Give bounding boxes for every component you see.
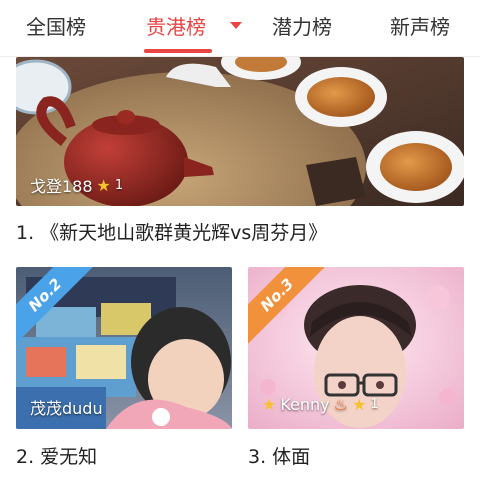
username-3: Kenny <box>280 395 330 414</box>
tab-potential[interactable]: 潜力榜 <box>272 0 332 56</box>
tab-national[interactable]: 全国榜 <box>26 0 86 56</box>
featured-star-count: 1 <box>114 177 124 193</box>
star-icon: ★ <box>262 395 277 414</box>
star-count-3: 1 <box>370 397 379 412</box>
fire-icon: ♨ <box>333 395 348 414</box>
tab-new-voice[interactable]: 新声榜 <box>390 0 450 56</box>
title-3[interactable]: 3. 体面 <box>248 442 310 469</box>
chevron-down-icon[interactable] <box>230 22 242 29</box>
user-label-2: 茂茂dudu <box>30 395 103 419</box>
cover-image-2[interactable]: No.2 茂茂dudu <box>16 267 232 429</box>
featured-user-label: 戈登188 ★ 1 <box>30 173 123 197</box>
cover-image-3[interactable]: No.3 ★ Kenny ♨ ★ 1 <box>248 267 464 429</box>
active-tab-indicator <box>144 49 212 53</box>
user-label-3: ★ Kenny ♨ ★ 1 <box>262 395 379 414</box>
username-2: 茂茂dudu <box>30 399 103 418</box>
featured-cover-image[interactable]: 戈登188 ★ 1 <box>16 57 464 206</box>
star-icon: ★ <box>96 175 111 195</box>
ranking-tabs: 全国榜 贵港榜 潜力榜 新声榜 <box>0 0 480 57</box>
tab-guigang[interactable]: 贵港榜 <box>146 0 206 56</box>
star-icon: ★ <box>351 395 367 414</box>
title-2[interactable]: 2. 爱无知 <box>16 442 97 469</box>
featured-title[interactable]: 1. 《新天地山歌群黄光辉vs周芬月》 <box>16 218 327 245</box>
featured-username: 戈登188 <box>30 177 93 196</box>
